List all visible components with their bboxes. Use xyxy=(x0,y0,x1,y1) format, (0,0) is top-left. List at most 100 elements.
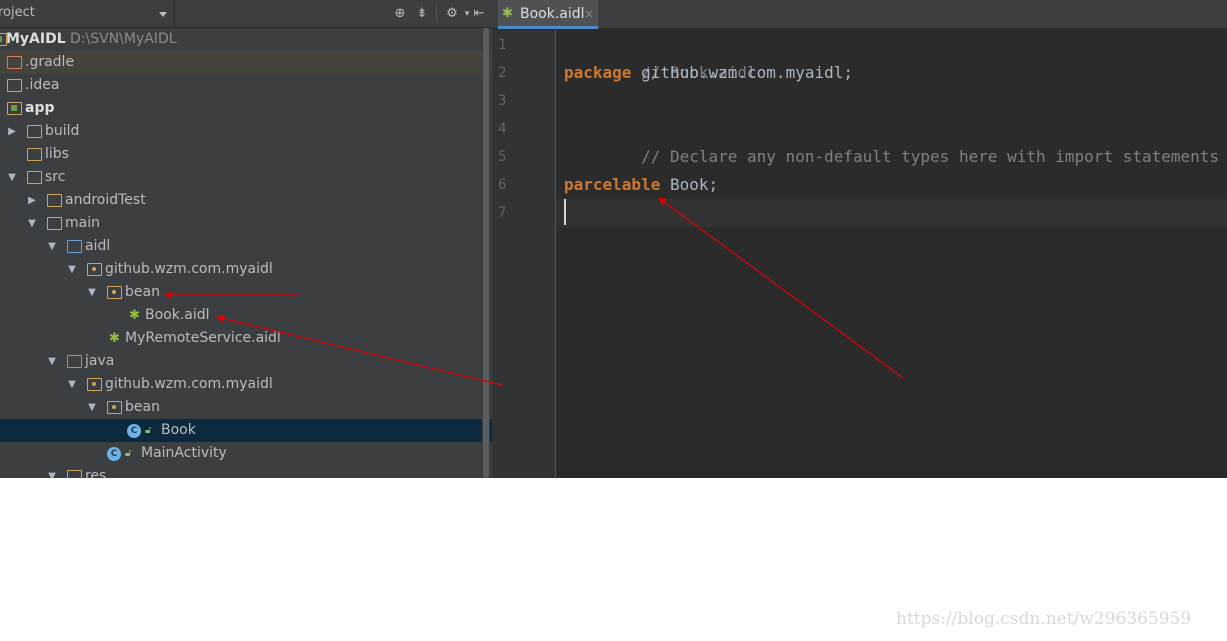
collapse-arrow-icon[interactable]: ▼ xyxy=(85,396,99,419)
tree-item-libs[interactable]: libs xyxy=(0,143,492,166)
editor-tabbar: ✱ Book.aidl × xyxy=(492,0,1227,29)
toolbar-divider xyxy=(436,5,437,23)
package-icon xyxy=(107,401,122,414)
code-line-4[interactable]: // Declare any non-default types here wi… xyxy=(564,115,1227,166)
package-icon xyxy=(87,263,102,276)
folder-icon xyxy=(27,125,42,138)
collapse-arrow-icon[interactable]: ▼ xyxy=(45,465,59,478)
expand-arrow-icon[interactable]: ▶ xyxy=(5,120,19,143)
tree-item-label: res xyxy=(85,468,107,478)
expand-arrow-icon[interactable]: ▶ xyxy=(25,189,39,212)
tree-item-label: .idea xyxy=(25,77,60,93)
tree-item-res[interactable]: ▼ res xyxy=(0,465,492,478)
tree-item-label: main xyxy=(65,215,100,231)
android-icon: ✱ xyxy=(129,308,140,323)
code-line-2[interactable]: package github.wzm.com.myaidl; xyxy=(564,59,1227,87)
parcelable-type: Book; xyxy=(660,175,719,194)
collapse-arrow-icon[interactable]: ▼ xyxy=(45,350,59,373)
tree-item-main[interactable]: ▼ main xyxy=(0,212,492,235)
hide-icon[interactable]: ⇤ xyxy=(470,5,488,23)
tree-item-mainactivity[interactable]: C 🔓︎ MainActivity xyxy=(0,442,492,465)
lock-icon: 🔓︎ xyxy=(125,448,132,459)
line-number: 7 xyxy=(498,205,507,221)
tree-item-book-class[interactable]: C 🔓︎ Book xyxy=(0,419,492,442)
class-icon: C xyxy=(127,424,141,438)
tree-item-label: androidTest xyxy=(65,192,146,208)
tree-item-bean-java[interactable]: ▼ bean xyxy=(0,396,492,419)
tree-item-src[interactable]: ▼ src xyxy=(0,166,492,189)
line-number: 5 xyxy=(498,149,507,165)
text-caret xyxy=(564,199,566,225)
line-number-gutter: 1 2 3 4 5 6 7 xyxy=(492,30,556,478)
tab-label: Book.aidl xyxy=(520,6,585,22)
tree-item-myremoteservice[interactable]: ✱ MyRemoteService.aidl xyxy=(0,327,492,350)
tree-item-label: github.wzm.com.myaidl xyxy=(105,376,273,392)
tree-item-label: bean xyxy=(125,284,160,300)
project-path: D:\SVN\MyAIDL xyxy=(70,31,177,47)
tab-book-aidl[interactable]: ✱ Book.aidl × xyxy=(498,0,598,29)
tree-item-label: build xyxy=(45,123,80,139)
tree-item-label: app xyxy=(25,100,55,116)
code-line-5[interactable] xyxy=(564,143,1227,171)
source-folder-icon xyxy=(67,240,82,253)
folder-icon xyxy=(47,217,62,230)
chevron-down-icon xyxy=(159,12,167,17)
line-number: 6 xyxy=(498,177,507,193)
tree-item-app[interactable]: app xyxy=(0,97,492,120)
code-line-6[interactable]: parcelable Book; xyxy=(564,171,1227,199)
tree-item-package-java[interactable]: ▼ github.wzm.com.myaidl xyxy=(0,373,492,396)
lock-icon: 🔓︎ xyxy=(145,425,152,436)
tree-item-label: MainActivity xyxy=(141,445,227,461)
line-number: 3 xyxy=(498,93,507,109)
code-line-7-current[interactable] xyxy=(556,199,1227,227)
project-view-selector[interactable]: roject xyxy=(0,0,175,28)
tree-item-book-aidl[interactable]: ✱ Book.aidl xyxy=(0,304,492,327)
keyword-parcelable: parcelable xyxy=(564,175,661,194)
tree-item-gradle[interactable]: .gradle xyxy=(0,51,492,74)
module-folder-icon xyxy=(7,102,22,115)
collapse-arrow-icon[interactable]: ▼ xyxy=(5,166,19,189)
folder-icon xyxy=(47,194,62,207)
tree-item-bean-aidl[interactable]: ▼ bean xyxy=(0,281,492,304)
project-panel: roject ⊕ ⇟ ⚙ ▾ ⇤ MyAIDL D:\SVN\MyAIDL .g… xyxy=(0,0,492,478)
tree-item-myaidl[interactable]: MyAIDL D:\SVN\MyAIDL xyxy=(0,28,492,51)
package-icon xyxy=(87,378,102,391)
collapse-icon[interactable]: ⇟ xyxy=(413,5,431,23)
tree-item-idea[interactable]: .idea xyxy=(0,74,492,97)
collapse-arrow-icon[interactable]: ▼ xyxy=(65,373,79,396)
collapse-arrow-icon[interactable]: ▼ xyxy=(45,235,59,258)
watermark: https://blog.csdn.net/w296365959 xyxy=(896,609,1192,629)
tree-item-java[interactable]: ▼ java xyxy=(0,350,492,373)
editor: ✱ Book.aidl × 1 2 3 4 5 6 7 // Book.aidl… xyxy=(492,0,1227,478)
line-number: 1 xyxy=(498,37,507,53)
collapse-arrow-icon[interactable]: ▼ xyxy=(25,212,39,235)
tree-item-package-aidl[interactable]: ▼ github.wzm.com.myaidl xyxy=(0,258,492,281)
class-icon: C xyxy=(107,447,121,461)
tree-item-label: src xyxy=(45,169,66,185)
keyword-package: package xyxy=(564,63,632,82)
collapse-arrow-icon[interactable]: ▼ xyxy=(85,281,99,304)
ide-window: roject ⊕ ⇟ ⚙ ▾ ⇤ MyAIDL D:\SVN\MyAIDL .g… xyxy=(0,0,1227,478)
tree-item-androidtest[interactable]: ▶ androidTest xyxy=(0,189,492,212)
folder-icon xyxy=(27,148,42,161)
tree-item-build[interactable]: ▶ build xyxy=(0,120,492,143)
package-name: github.wzm.com.myaidl; xyxy=(631,63,853,82)
tree-item-label: github.wzm.com.myaidl xyxy=(105,261,273,277)
package-icon xyxy=(107,286,122,299)
project-scrollbar[interactable] xyxy=(482,28,490,478)
close-icon[interactable]: × xyxy=(584,0,594,28)
crosshair-icon[interactable]: ⊕ xyxy=(391,5,409,23)
tree-item-label: MyRemoteService.aidl xyxy=(125,330,281,346)
collapse-arrow-icon[interactable]: ▼ xyxy=(65,258,79,281)
tree-item-label: bean xyxy=(125,399,160,415)
tree-item-label: Book xyxy=(161,422,196,438)
code-area[interactable]: // Book.aidl package github.wzm.com.myai… xyxy=(556,30,1227,478)
tree-item-label: .gradle xyxy=(25,54,75,70)
tree-item-aidl[interactable]: ▼ aidl xyxy=(0,235,492,258)
scrollbar-thumb[interactable] xyxy=(483,28,489,478)
folder-icon xyxy=(7,56,22,69)
code-line-3[interactable] xyxy=(564,87,1227,115)
line-number: 2 xyxy=(498,65,507,81)
source-folder-icon xyxy=(67,355,82,368)
code-line-1[interactable]: // Book.aidl xyxy=(564,31,1227,82)
